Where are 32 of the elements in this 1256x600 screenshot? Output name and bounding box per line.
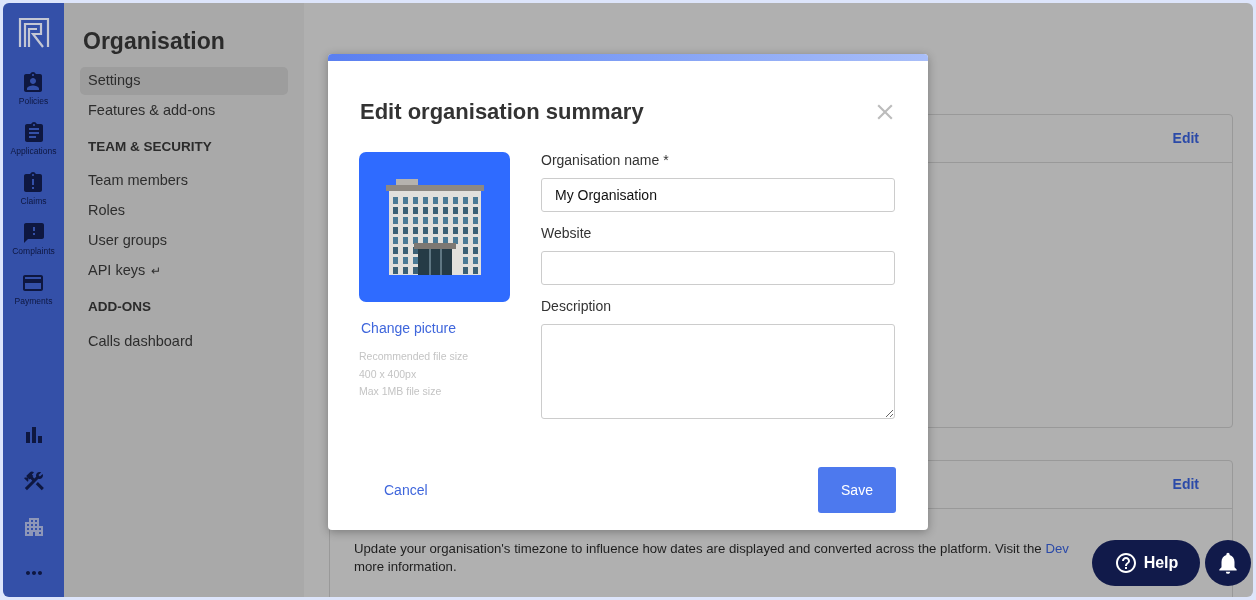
section-heading: TEAM & SECURITY (87, 138, 213, 156)
sidebar-item[interactable]: API keys ↵ (80, 257, 288, 286)
office-building-icon (385, 179, 484, 275)
edit-link[interactable]: Edit (1172, 128, 1199, 149)
input-field[interactable]: My Organisation (541, 178, 895, 212)
developer-link[interactable]: Dev (1045, 541, 1069, 556)
sidebar-item[interactable]: Team members (80, 167, 288, 196)
field-label: Organisation name * (541, 151, 670, 170)
alert-message-icon (21, 221, 46, 245)
hammer-wrench-icon[interactable] (21, 469, 46, 493)
change-picture-link[interactable]: Change picture (361, 318, 541, 339)
sidebar-item[interactable]: Roles (80, 197, 288, 226)
sidebar-item[interactable]: Settings (80, 67, 288, 95)
timezone-description-end: more information. (354, 558, 457, 576)
description-field[interactable] (541, 324, 895, 419)
sidebar-item[interactable]: User groups (80, 227, 288, 256)
field-label: Website (541, 224, 593, 243)
cancel-button[interactable]: Cancel (384, 479, 428, 501)
field-label: Description (541, 297, 613, 316)
save-button[interactable]: Save (818, 467, 896, 513)
picture-hint: Max 1MB file size (359, 384, 443, 399)
edit-link[interactable]: Edit (1172, 474, 1199, 495)
picture-hint: Recommended file size (359, 349, 470, 364)
sidebar-item[interactable]: Calls dashboard (80, 327, 288, 356)
sidebar-item[interactable]: Features & add-ons (80, 97, 288, 125)
dialog-title: Edit organisation summary (360, 98, 644, 126)
logo-icon (17, 17, 50, 49)
sidebar-title: Organisation (82, 27, 226, 55)
help-icon (1113, 551, 1138, 575)
section-heading: ADD-ONS (87, 298, 152, 317)
input-field[interactable] (541, 251, 895, 285)
help-button[interactable]: Help (1092, 540, 1200, 586)
